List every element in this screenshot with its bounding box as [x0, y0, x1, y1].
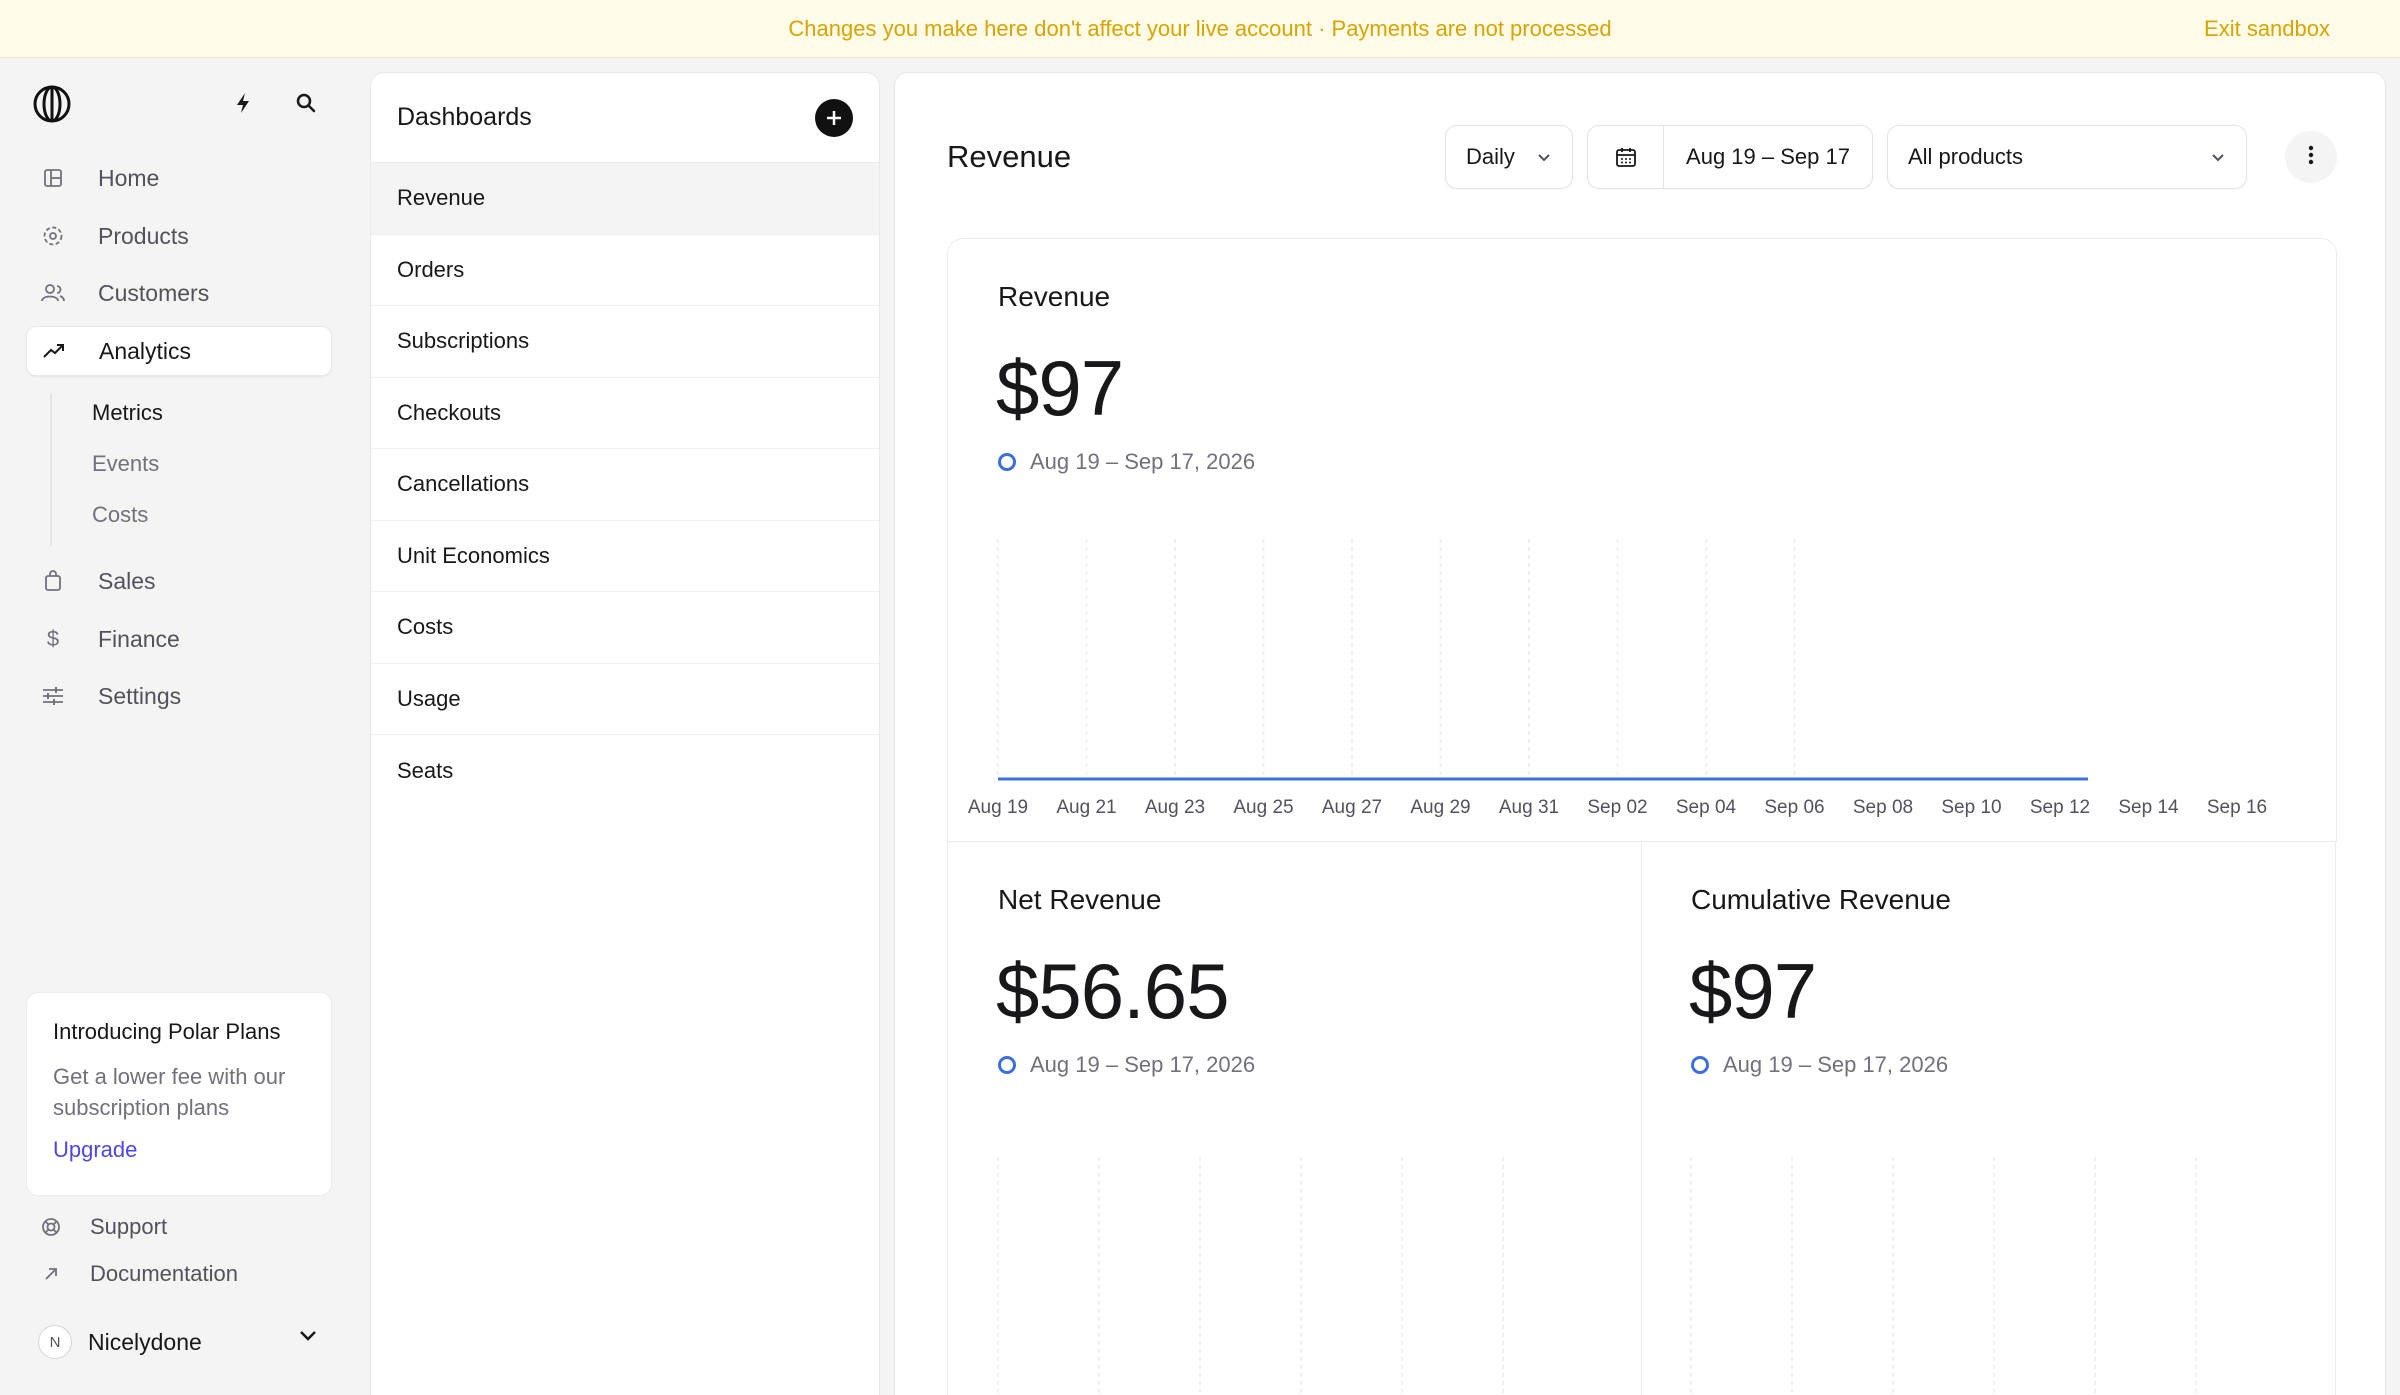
- page-title: Revenue: [947, 139, 1072, 174]
- x-tick-label: Aug 21: [1056, 797, 1116, 818]
- dashboard-item-costs[interactable]: Costs: [371, 592, 879, 664]
- sidebar: Home Products Customers Analytics Metric…: [0, 58, 360, 1395]
- more-options-button[interactable]: [2285, 131, 2337, 183]
- support-link[interactable]: Support: [38, 1214, 167, 1240]
- add-dashboard-button[interactable]: [815, 99, 853, 137]
- nav-label: Settings: [98, 682, 182, 709]
- documentation-label: Documentation: [90, 1261, 238, 1286]
- home-icon: [38, 163, 68, 193]
- products-icon: [38, 221, 68, 251]
- exit-sandbox-link[interactable]: Exit sandbox: [2204, 16, 2330, 42]
- x-tick-label: Aug 27: [1322, 797, 1382, 818]
- dashboard-item-usage[interactable]: Usage: [371, 664, 879, 735]
- x-tick-label: Sep 16: [2207, 797, 2267, 818]
- main-content: Revenue Daily Aug 19 – Sep 17 All produc…: [894, 72, 2386, 1395]
- support-label: Support: [90, 1214, 168, 1239]
- dashboards-title: Dashboards: [397, 103, 532, 131]
- nav-home[interactable]: Home: [26, 153, 332, 203]
- dashboards-header: Dashboards: [371, 73, 879, 163]
- dashboard-item-checkouts[interactable]: Checkouts: [371, 378, 879, 449]
- settings-icon: [38, 681, 68, 711]
- nav-products[interactable]: Products: [26, 211, 332, 261]
- nav-customers[interactable]: Customers: [26, 268, 332, 318]
- x-tick-label: Aug 23: [1145, 797, 1205, 818]
- x-tick-label: Aug 19: [968, 797, 1028, 818]
- promo-title: Introducing Polar Plans: [53, 1019, 281, 1044]
- chevron-down-icon: [1536, 144, 1552, 170]
- nav-sales[interactable]: Sales: [26, 556, 332, 606]
- x-tick-label: Sep 12: [2030, 797, 2090, 818]
- upgrade-link[interactable]: Upgrade: [53, 1137, 137, 1163]
- product-filter-select[interactable]: All products: [1887, 125, 2247, 189]
- interval-value: Daily: [1466, 144, 1515, 169]
- nav-label: Analytics: [99, 337, 192, 364]
- promo-text: Get a lower fee with our subscription pl…: [53, 1064, 286, 1120]
- dashboard-item-revenue[interactable]: Revenue: [371, 163, 879, 235]
- net-revenue-card: Net Revenue $56.65 Aug 19 – Sep 17, 2026: [947, 841, 1642, 1395]
- sales-icon: [38, 566, 68, 596]
- dashboards-list: Revenue Orders Subscriptions Checkouts C…: [371, 163, 879, 807]
- revenue-card: Revenue $97 Aug 19 – Sep 17, 2026 Aug 19…: [947, 238, 2337, 842]
- dashboard-item-seats[interactable]: Seats: [371, 735, 879, 807]
- customers-icon: [38, 278, 68, 308]
- lightning-icon[interactable]: [228, 88, 258, 118]
- date-range-picker[interactable]: Aug 19 – Sep 17: [1587, 125, 1873, 189]
- more-vertical-icon: [2308, 145, 2314, 170]
- dashboard-item-unit-economics[interactable]: Unit Economics: [371, 521, 879, 592]
- dollar-icon: $: [46, 626, 60, 651]
- nav-label: Finance: [98, 625, 180, 652]
- subnav-metrics[interactable]: Metrics: [92, 400, 163, 426]
- nav-analytics[interactable]: Analytics: [26, 326, 332, 376]
- date-range-value: Aug 19 – Sep 17: [1686, 144, 1850, 169]
- subnav-costs[interactable]: Costs: [92, 502, 148, 528]
- x-tick-label: Sep 06: [1764, 797, 1824, 818]
- x-tick-label: Sep 14: [2118, 797, 2179, 818]
- arrow-up-right-icon: [38, 1261, 64, 1287]
- dashboards-panel: Dashboards Revenue Orders Subscriptions …: [370, 72, 880, 1395]
- x-tick-label: Sep 08: [1853, 797, 1913, 818]
- sandbox-banner: Changes you make here don't affect your …: [0, 0, 2400, 58]
- polar-logo-icon[interactable]: [32, 84, 72, 124]
- dashboard-item-cancellations[interactable]: Cancellations: [371, 449, 879, 521]
- x-tick-label: Sep 10: [1941, 797, 2001, 818]
- revenue-chart: Aug 19 Aug 21 Aug 23 Aug 25 Aug 27 Aug 29 Aug …: [968, 539, 2267, 818]
- nav-label: Products: [98, 222, 189, 249]
- x-tick-label: Sep 02: [1587, 797, 1647, 818]
- dashboard-item-orders[interactable]: Orders: [371, 235, 879, 306]
- dashboard-item-subscriptions[interactable]: Subscriptions: [371, 306, 879, 378]
- subnav-events[interactable]: Events: [92, 451, 159, 477]
- x-tick-label: Sep 04: [1676, 797, 1737, 818]
- x-tick-label: Aug 29: [1410, 797, 1470, 818]
- nav-label: Customers: [98, 279, 210, 306]
- x-tick-label: Aug 25: [1233, 797, 1293, 818]
- sandbox-message: Changes you make here don't affect your …: [788, 15, 1612, 41]
- nav-label: Sales: [98, 567, 156, 594]
- support-icon: [38, 1214, 64, 1240]
- cumulative-revenue-chart: [1690, 1157, 2197, 1395]
- chevron-down-icon: [2210, 144, 2226, 170]
- interval-select[interactable]: Daily: [1445, 125, 1573, 189]
- subnav-divider: [50, 394, 52, 546]
- avatar: N: [38, 1325, 72, 1359]
- chevron-down-icon: [298, 1329, 318, 1348]
- net-revenue-chart: [997, 1157, 1504, 1395]
- product-filter-value: All products: [1908, 144, 2023, 169]
- user-name: Nicelydone: [88, 1328, 202, 1355]
- x-tick-label: Aug 31: [1499, 797, 1559, 818]
- documentation-link[interactable]: Documentation: [38, 1261, 238, 1287]
- promo-card: Introducing Polar Plans Get a lower fee …: [26, 992, 332, 1196]
- analytics-icon: [39, 336, 69, 366]
- search-icon[interactable]: [291, 88, 321, 118]
- calendar-icon[interactable]: [1588, 126, 1664, 188]
- account-switcher[interactable]: N Nicelydone: [38, 1322, 318, 1362]
- nav-settings[interactable]: Settings: [26, 671, 332, 721]
- cumulative-revenue-card: Cumulative Revenue $97 Aug 19 – Sep 17, …: [1641, 841, 2336, 1395]
- nav-finance[interactable]: $ Finance: [26, 614, 332, 664]
- nav-label: Home: [98, 164, 160, 191]
